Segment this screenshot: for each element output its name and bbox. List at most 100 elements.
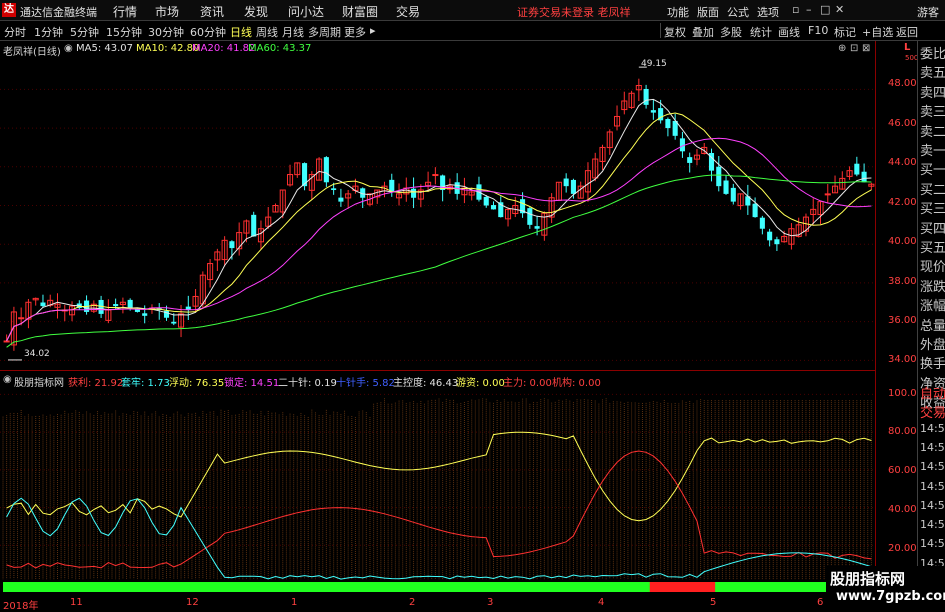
candle-body [730,187,736,202]
menu-item-caifuquan[interactable]: 财富圈 [342,3,378,20]
signal-strip [388,582,396,592]
btn-huaxian[interactable]: 画线 [778,24,800,40]
btn-duogu[interactable]: 多股 [720,24,742,40]
more-chevron-icon[interactable]: ▸ [370,24,376,37]
high-price-annotation: 49.15 [641,59,667,69]
ma60-label: MA60: 43.37 [248,43,312,54]
period-multi[interactable]: 多周期 [308,24,341,40]
y-tick-40: 40.00 [888,236,917,247]
signal-strip [221,582,229,592]
close-icon[interactable]: ✕ [835,3,844,16]
period-fenshi[interactable]: 分时 [4,24,26,40]
signal-strip [235,582,244,592]
quote2-label-6: 14:5 [920,498,945,512]
y-tick-36: 36.00 [888,315,917,326]
signal-strip [446,582,455,592]
quote-panel: 委比 卖五 卖四 卖三 卖二 卖一 买一 买二 买三 买四 买五 现价 涨跌 涨幅 总量 外盘 换手 净资 收益 自动… [917,41,945,596]
menu-item-hangqing[interactable]: 行情 [113,3,137,20]
watermark: 股朋指标网 www.7gpzb.com [826,566,945,609]
period-more[interactable]: 更多 [344,24,366,40]
btn-biaoji[interactable]: 标记 [834,24,856,40]
signal-strip [678,582,687,592]
signal-strip [257,582,266,592]
date-5: 5 [710,597,717,608]
date-4: 4 [598,597,605,608]
minimize-icon[interactable]: – [806,3,812,16]
candle-body [570,179,576,194]
signal-strip [453,582,462,592]
period-weekly[interactable]: 周线 [256,24,278,40]
signal-strip [250,582,258,592]
candle-body [483,196,489,206]
signal-strip [700,582,709,592]
restore-icon[interactable]: ▫ [792,3,799,16]
signal-strip [555,582,564,592]
btn-diejia[interactable]: 叠加 [692,24,714,40]
quote-label-15: 外盘 [920,338,945,353]
quote2-label-0[interactable]: 自动 [920,383,945,402]
indicator-settings-icon[interactable]: ◉ [3,374,12,385]
signal-strip [337,582,346,592]
menu-item-gongneng[interactable]: 功能 [667,4,689,20]
signal-strip [460,582,469,592]
quote-label-11: 现价 [920,260,945,276]
menu-item-faxian[interactable]: 发现 [244,3,268,20]
maximize-icon[interactable]: □ [820,3,830,16]
signal-strip [504,582,513,592]
indicator-chart[interactable]: ◉ 股朋指标网 获利: 21.92 套牢: 1.73 浮动: 76.35 锁定:… [0,371,876,596]
candle-body [171,321,177,324]
guest-label[interactable]: 游客 [917,4,939,20]
signal-strip [300,582,309,592]
y-tick-44: 44.00 [888,157,917,168]
quote2-label-1[interactable]: 交易 [920,402,945,421]
period-1min[interactable]: 1分钟 [34,24,63,40]
menu-item-xuanxiang[interactable]: 选项 [757,4,779,20]
menu-item-zixun[interactable]: 资讯 [200,3,224,20]
signal-strip [53,582,62,592]
signal-strip [715,582,723,592]
btn-zixuan[interactable]: +自选 [862,24,893,40]
period-daily[interactable]: 日线 [230,24,252,40]
settings-dot-icon[interactable]: ◉ [64,43,73,54]
stock-name-label: 老凤祥(日线) [3,47,61,58]
btn-tongji[interactable]: 统计 [750,24,772,40]
menu-bar: 达 通达信金融终端 行情 市场 资讯 发现 问小达 财富圈 交易 证券交易未登录… [0,0,945,21]
ma10-line [6,112,872,342]
quote-label-4: 卖二 [920,124,945,140]
low-price-annotation: 34.02 [24,349,50,359]
menu-item-banmian[interactable]: 版面 [697,4,719,20]
signal-strip [206,582,215,592]
quote-label-1: 卖五 [920,66,945,82]
signal-strip [809,582,818,592]
kline-chart[interactable]: 老凤祥(日线) ◉ MA5: 43.07 MA10: 42.80 MA20: 4… [0,41,875,371]
chart-options-icon[interactable]: ⊕ [838,43,846,54]
menu-item-wenxiaoda[interactable]: 问小达 [288,3,324,20]
btn-fanhui[interactable]: 返回 [896,24,918,40]
login-notice[interactable]: 证券交易未登录 老凤祥 [517,4,631,20]
signal-strip [286,582,295,592]
candle-body [767,231,773,241]
menu-item-gongshi[interactable]: 公式 [727,4,749,20]
chart-zoomin-icon[interactable]: ⊡ [850,43,858,54]
signal-strip [119,582,128,592]
signal-strip [61,582,69,592]
menu-item-jiaoyi[interactable]: 交易 [396,3,420,20]
signal-strip [526,582,535,592]
quote2-label-7: 14:5 [920,518,945,532]
signal-strip [315,582,324,592]
period-5min[interactable]: 5分钟 [70,24,99,40]
period-60min[interactable]: 60分钟 [190,24,226,40]
period-toolbar: 分时 1分钟 5分钟 15分钟 30分钟 60分钟 日线 周线 月线 多周期 更… [0,21,945,41]
candle-body [432,174,439,177]
btn-f10[interactable]: F10 [808,24,828,37]
signal-strip [439,582,447,592]
period-30min[interactable]: 30分钟 [148,24,184,40]
period-15min[interactable]: 15分钟 [106,24,142,40]
menu-item-shichang[interactable]: 市场 [155,3,179,20]
signal-strip [133,582,142,592]
signal-strip [816,582,825,592]
period-monthly[interactable]: 月线 [282,24,304,40]
y-tick-42: 42.00 [888,197,917,208]
chart-close-icon[interactable]: ⊠ [862,43,870,54]
btn-fuquan[interactable]: 复权 [664,24,686,40]
